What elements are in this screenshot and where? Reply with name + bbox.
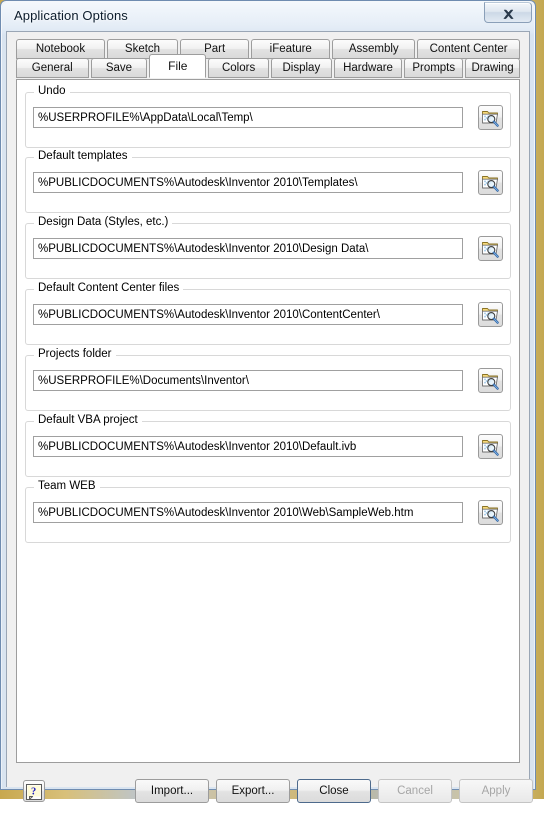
tab-notebook[interactable]: Notebook: [16, 39, 105, 59]
help-question-icon: ?: [24, 783, 44, 801]
path-input-projects-folder[interactable]: [33, 370, 463, 391]
tab-prompts[interactable]: Prompts: [404, 58, 464, 78]
application-options-dialog: Application Options Notebook Sketch Part iF…: [0, 0, 536, 803]
folder-search-icon: [479, 109, 502, 128]
group-team-web: Team WEB: [25, 480, 511, 543]
tab-colors[interactable]: Colors: [208, 58, 269, 78]
tab-row-upper: Notebook Sketch Part iFeature Assembly Conten…: [16, 39, 520, 59]
path-input-team-web[interactable]: [33, 502, 463, 523]
folder-search-icon: [479, 372, 502, 391]
folder-search-icon: [479, 174, 502, 193]
tab-ifeature[interactable]: iFeature: [251, 39, 331, 59]
export-button[interactable]: Export...: [216, 779, 290, 803]
tab-drawing[interactable]: Drawing: [465, 58, 521, 78]
apply-button: Apply: [459, 779, 533, 803]
import-button[interactable]: Import...: [135, 779, 209, 803]
close-button[interactable]: Close: [297, 779, 371, 803]
tab-row-lower: General Save File Colors Display Hardware Prom…: [16, 54, 521, 78]
tab-strip: Notebook Sketch Part iFeature Assembly Conten…: [16, 39, 521, 79]
file-options-panel: Undo Default templates Design Data (Styles…: [16, 79, 520, 763]
browse-button-team-web[interactable]: [478, 500, 503, 525]
path-input-default-templates[interactable]: [33, 172, 463, 193]
browse-button-undo[interactable]: [478, 105, 503, 130]
tab-file[interactable]: File: [149, 54, 207, 78]
group-default-content-center-files: Default Content Center files: [25, 282, 511, 345]
cancel-button: Cancel: [378, 779, 452, 803]
group-legend-team-web: Team WEB: [34, 480, 100, 492]
group-legend-default-content-center-files: Default Content Center files: [34, 282, 184, 294]
close-x-icon: [491, 9, 525, 21]
group-default-templates: Default templates: [25, 150, 511, 213]
group-undo: Undo: [25, 85, 511, 148]
dialog-client-area: Notebook Sketch Part iFeature Assembly Conten…: [6, 31, 533, 803]
title-bar: Application Options: [1, 1, 535, 31]
group-legend-default-vba-project: Default VBA project: [34, 414, 142, 426]
svg-text:?: ?: [31, 786, 36, 797]
close-window-button[interactable]: [484, 2, 532, 23]
browse-button-design-data-styles-etc[interactable]: [478, 236, 503, 261]
folder-search-icon: [479, 306, 502, 325]
dialog-footer: ? Import... Export... Close Cancel Apply: [7, 770, 533, 818]
tab-assembly[interactable]: Assembly: [332, 39, 416, 59]
path-input-design-data-styles-etc[interactable]: [33, 238, 463, 259]
browse-button-projects-folder[interactable]: [478, 368, 503, 393]
path-input-undo[interactable]: [33, 107, 463, 128]
group-legend-design-data-styles-etc: Design Data (Styles, etc.): [34, 216, 173, 228]
window-title: Application Options: [14, 8, 128, 23]
folder-search-icon: [479, 438, 502, 457]
browse-button-default-templates[interactable]: [478, 170, 503, 195]
group-projects-folder: Projects folder: [25, 348, 511, 411]
path-input-default-content-center-files[interactable]: [33, 304, 463, 325]
group-legend-projects-folder: Projects folder: [34, 348, 116, 360]
tab-save[interactable]: Save: [90, 58, 148, 78]
tab-content-center[interactable]: Content Center: [417, 39, 520, 59]
tab-hardware[interactable]: Hardware: [333, 58, 403, 78]
browse-button-default-content-center-files[interactable]: [478, 302, 503, 327]
browse-button-default-vba-project[interactable]: [478, 434, 503, 459]
group-default-vba-project: Default VBA project: [25, 414, 511, 477]
group-design-data-styles-etc: Design Data (Styles, etc.): [25, 216, 511, 279]
tab-general[interactable]: General: [16, 58, 89, 78]
group-legend-default-templates: Default templates: [34, 150, 132, 162]
path-input-default-vba-project[interactable]: [33, 436, 463, 457]
tab-display[interactable]: Display: [270, 58, 332, 78]
group-legend-undo: Undo: [34, 85, 70, 97]
folder-search-icon: [479, 504, 502, 523]
folder-search-icon: [479, 240, 502, 259]
